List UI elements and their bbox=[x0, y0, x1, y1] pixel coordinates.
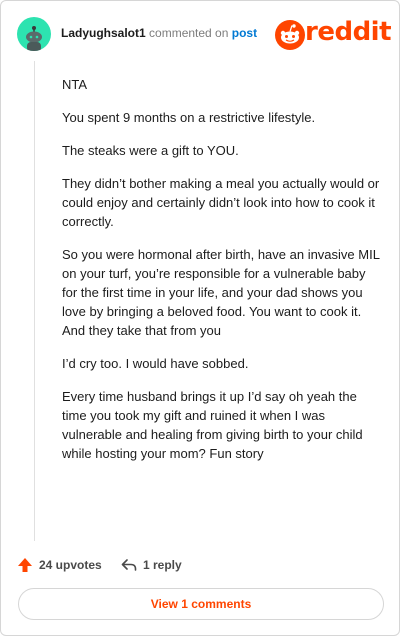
comment-body: NTA You spent 9 months on a restrictive … bbox=[62, 75, 382, 477]
view-comments-button[interactable]: View 1 comments bbox=[18, 588, 384, 620]
commented-on-text: commented on bbox=[149, 26, 229, 40]
snoo-avatar-icon bbox=[26, 26, 42, 51]
upvote-arrow-icon bbox=[18, 558, 32, 572]
comment-paragraph: I’d cry too. I would have sobbed. bbox=[62, 356, 249, 371]
reply-arrow-icon bbox=[121, 559, 137, 571]
comment-paragraph: Every time husband brings it up I’d say … bbox=[62, 389, 363, 461]
comment-card: Ladyughsalot1 commented on post reddit N… bbox=[0, 0, 400, 636]
comment-paragraph: So you were hormonal after birth, have a… bbox=[62, 247, 380, 338]
avatar[interactable] bbox=[17, 17, 51, 51]
reddit-logo[interactable]: reddit bbox=[275, 17, 392, 51]
upvote-count: 24 upvotes bbox=[39, 558, 102, 572]
comment-paragraph: The steaks were a gift to YOU. bbox=[62, 143, 239, 158]
comment-paragraph: NTA bbox=[62, 77, 88, 92]
username-link[interactable]: Ladyughsalot1 bbox=[61, 26, 146, 40]
comment-header: Ladyughsalot1 commented on post reddit bbox=[17, 17, 392, 53]
thread-line bbox=[34, 61, 35, 541]
reddit-snoo-icon bbox=[275, 20, 305, 50]
comment-meta: Ladyughsalot1 commented on post bbox=[61, 26, 257, 40]
reddit-wordmark: reddit bbox=[305, 17, 392, 47]
comment-paragraph: You spent 9 months on a restrictive life… bbox=[62, 110, 316, 125]
comment-paragraph: They didn’t bother making a meal you act… bbox=[62, 176, 380, 229]
comment-actions: 24 upvotes 1 reply bbox=[17, 555, 383, 575]
reply-count: 1 reply bbox=[143, 558, 182, 572]
upvote-button[interactable]: 24 upvotes bbox=[17, 555, 102, 575]
reply-button[interactable]: 1 reply bbox=[121, 555, 182, 575]
post-link[interactable]: post bbox=[232, 26, 257, 40]
